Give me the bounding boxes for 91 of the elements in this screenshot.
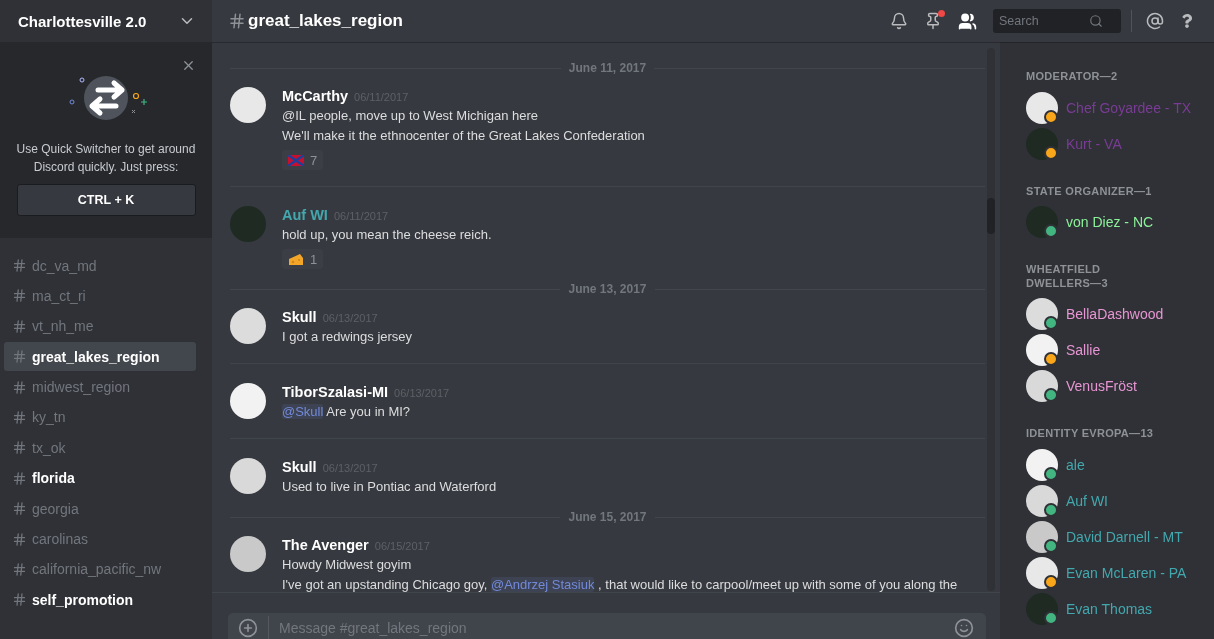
role-heading: MODERATOR—2 xyxy=(1026,70,1119,84)
date-divider: June 11, 2017 xyxy=(568,61,647,75)
pin-icon[interactable] xyxy=(924,12,942,30)
member-name[interactable]: VenusFröst xyxy=(1066,378,1137,394)
member-name[interactable]: von Diez - NC xyxy=(1066,214,1154,230)
channel-item[interactable]: georgia xyxy=(4,494,196,524)
member-avatar[interactable] xyxy=(1026,206,1058,238)
channel-item[interactable]: midwest_region xyxy=(4,372,196,402)
role-heading: STATE ORGANIZER—1 xyxy=(1026,184,1153,198)
emoji-icon[interactable] xyxy=(954,618,974,638)
channel-item[interactable]: ma_ct_ri xyxy=(4,281,196,311)
role-heading: IDENTITY EVROPA—13 xyxy=(1026,427,1155,441)
at-sign-icon[interactable] xyxy=(1146,12,1164,30)
channel-item[interactable]: carolinas xyxy=(4,524,196,554)
member-avatar[interactable] xyxy=(1026,448,1058,481)
hash-icon xyxy=(12,531,27,547)
message-text: I got a redwings jersey xyxy=(282,328,413,346)
plus-icon[interactable] xyxy=(238,618,258,638)
server-header[interactable]: Charlottesville 2.0 xyxy=(0,0,212,42)
member-avatar[interactable] xyxy=(1026,298,1058,330)
hash-icon xyxy=(12,379,27,395)
channel-item[interactable]: tx_ok xyxy=(4,433,196,463)
message-author[interactable]: McCarthy xyxy=(282,86,349,106)
message-author[interactable]: Skull xyxy=(282,307,317,327)
hash-icon xyxy=(12,440,27,456)
message-author[interactable]: Skull xyxy=(282,457,317,477)
message-text: @Skull Are you in MI? xyxy=(282,403,412,421)
member-name[interactable]: Evan Thomas xyxy=(1066,600,1153,617)
message-text: Howdy Midwest goyim xyxy=(282,556,413,574)
member-avatar[interactable] xyxy=(1026,556,1058,589)
close-button[interactable] xyxy=(181,58,196,73)
search-icon[interactable] xyxy=(1089,14,1103,28)
channel-title: great_lakes_region xyxy=(248,11,403,31)
help-icon[interactable] xyxy=(1180,14,1194,28)
bell-icon[interactable] xyxy=(890,12,908,30)
hash-icon xyxy=(12,288,27,304)
message-text: Used to live in Pontiac and Waterford xyxy=(282,478,497,496)
quick-switcher-tip: Use Quick Switcher to get around Discord quickly. Just press: xyxy=(15,141,197,176)
role-heading: WHEATFIELD DWELLERS—3 xyxy=(1026,263,1109,290)
search-field[interactable]: Search xyxy=(993,9,1121,33)
date-divider: June 13, 2017 xyxy=(568,282,647,296)
avatar[interactable] xyxy=(230,308,266,344)
member-name[interactable]: David Darnell - MT xyxy=(1066,528,1183,545)
avatar[interactable] xyxy=(230,536,266,572)
hash-icon xyxy=(12,470,27,486)
member-name[interactable]: Auf WI xyxy=(1066,492,1108,509)
member-name[interactable]: ale xyxy=(1066,456,1085,473)
message-text: We'll make it the ethnocenter of the Great Lakes Confederation xyxy=(282,127,645,145)
hash-icon xyxy=(12,501,27,517)
hash-icon xyxy=(12,561,27,577)
server-name: Charlottesville 2.0 xyxy=(18,12,147,30)
hash-icon xyxy=(228,12,246,30)
message-author[interactable]: TiborSzalasi-MI xyxy=(282,382,389,402)
hash-icon xyxy=(12,318,27,334)
members-icon[interactable] xyxy=(958,11,977,31)
channel-item[interactable]: california_pacific_nw xyxy=(4,554,196,584)
member-avatar[interactable] xyxy=(1026,334,1058,366)
member-avatar[interactable] xyxy=(1026,91,1058,124)
channel-item[interactable]: ky_tn xyxy=(4,402,196,432)
message-text: @IL people, move up to West Michigan here xyxy=(282,107,539,125)
channel-item[interactable]: vt_nh_me xyxy=(4,311,196,341)
date-divider: June 15, 2017 xyxy=(568,510,647,524)
channel-item[interactable]: great_lakes_region xyxy=(4,342,196,372)
message-author[interactable]: Auf WI xyxy=(282,205,328,225)
reaction-button[interactable]: 7 xyxy=(282,150,324,170)
member-avatar[interactable] xyxy=(1026,520,1058,553)
member-avatar[interactable] xyxy=(1026,127,1058,160)
hash-icon xyxy=(12,258,27,273)
scrollbar[interactable] xyxy=(987,48,995,591)
message-text: hold up, you mean the cheese reich. xyxy=(282,226,492,244)
avatar[interactable] xyxy=(230,383,266,419)
channel-item[interactable]: florida xyxy=(4,463,196,493)
shortcut-button[interactable]: CTRL + K xyxy=(16,184,196,216)
hash-icon xyxy=(12,349,27,365)
member-name[interactable]: Evan McLaren - PA xyxy=(1066,564,1187,581)
search-input[interactable]: Search xyxy=(999,14,1089,28)
reaction-button[interactable]: 1 xyxy=(282,249,324,269)
message-author[interactable]: The Avenger xyxy=(282,535,369,555)
member-name[interactable]: Sallie xyxy=(1066,342,1101,358)
channel-item[interactable]: self_promotion xyxy=(4,585,196,615)
avatar[interactable] xyxy=(230,87,266,123)
hash-icon xyxy=(12,592,27,608)
flag-icon xyxy=(288,154,304,166)
message-text: I've got an upstanding Chicago goy, @Andrzej Stasiuk , that would like to carpool/meet up with some of you along the xyxy=(282,576,958,592)
hash-icon xyxy=(12,409,27,425)
member-avatar[interactable] xyxy=(1026,484,1058,517)
cheese-icon xyxy=(288,252,304,266)
member-avatar[interactable] xyxy=(1026,370,1058,402)
avatar[interactable] xyxy=(230,458,266,494)
member-name[interactable]: BellaDashwood xyxy=(1066,306,1164,322)
channel-item[interactable]: dc_va_md xyxy=(4,251,196,280)
